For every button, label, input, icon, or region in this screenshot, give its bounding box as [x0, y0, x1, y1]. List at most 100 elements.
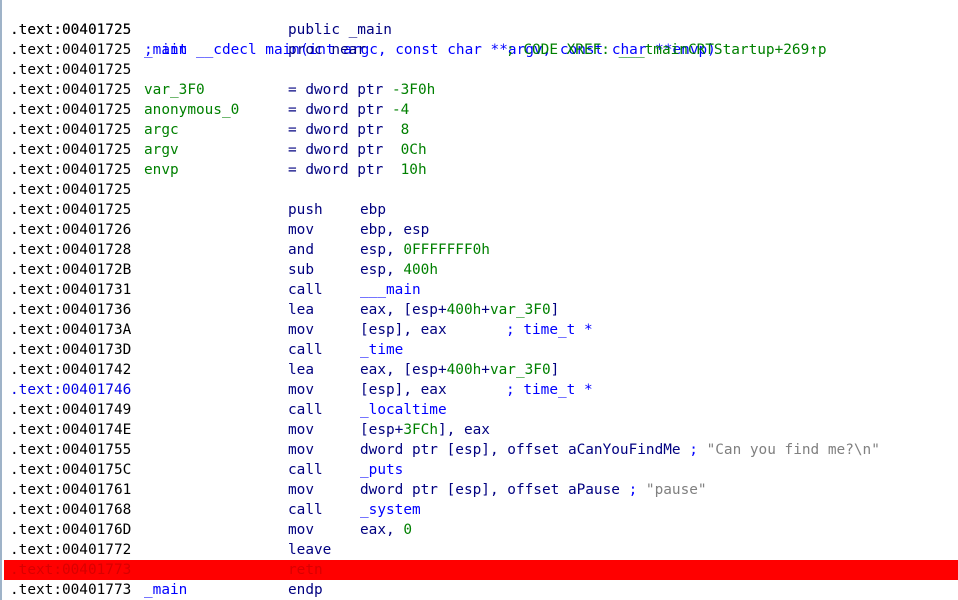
- instruction-operands[interactable]: dword ptr [esp], offset aCanYouFindMe ; …: [360, 440, 880, 460]
- instruction-operands[interactable]: eax, [esp+400h+var_3F0]: [360, 300, 559, 320]
- listing-row[interactable]: .text:00401773 _main endp: [4, 580, 958, 600]
- string-offset-name[interactable]: aCanYouFindMe: [568, 442, 681, 458]
- listing-row[interactable]: .text:0040173A mov [esp], eax ; time_t *: [4, 320, 958, 340]
- address[interactable]: .text:00401725: [10, 160, 131, 180]
- listing-row[interactable]: .text:00401761 mov dword ptr [esp], offset…: [4, 480, 958, 500]
- address[interactable]: .text:00401725: [10, 200, 131, 220]
- listing-row[interactable]: .text:00401728 and esp, 0FFFFFFF0h: [4, 240, 958, 260]
- stack-variable-definition: = dword ptr 0Ch: [288, 140, 427, 160]
- instruction-operands[interactable]: eax, 0: [360, 520, 412, 540]
- address[interactable]: .text:00401768: [10, 500, 131, 520]
- listing-row[interactable]: .text:00401725 argc = dword ptr 8: [4, 120, 958, 140]
- listing-row[interactable]: .text:00401725 anonymous_0 = dword ptr -4: [4, 100, 958, 120]
- address[interactable]: .text:00401728: [10, 240, 131, 260]
- address[interactable]: .text:00401731: [10, 280, 131, 300]
- address[interactable]: .text:00401749: [10, 400, 131, 420]
- function-label[interactable]: _main: [144, 580, 187, 600]
- instruction-operands[interactable]: _localtime: [360, 400, 447, 420]
- address[interactable]: .text:0040176D: [10, 520, 131, 540]
- function-label[interactable]: _main: [144, 40, 187, 60]
- stack-variable-name[interactable]: argv: [144, 140, 179, 160]
- address[interactable]: .text:00401746: [10, 380, 131, 400]
- address[interactable]: .text:00401761: [10, 480, 131, 500]
- operand-text: +: [481, 362, 490, 378]
- listing-row[interactable]: .text:00401742 lea eax, [esp+400h+var_3F0]: [4, 360, 958, 380]
- operand-variable[interactable]: var_3F0: [490, 362, 551, 378]
- instruction-operands[interactable]: _puts: [360, 460, 403, 480]
- address[interactable]: .text:00401725: [10, 120, 131, 140]
- listing-row[interactable]: .text:00401725 argv = dword ptr 0Ch: [4, 140, 958, 160]
- listing-row-highlighted[interactable]: .text:00401773 retn: [4, 560, 958, 580]
- stack-variable-name[interactable]: envp: [144, 160, 179, 180]
- listing-row[interactable]: .text:00401725: [4, 180, 958, 200]
- instruction-operands[interactable]: eax, [esp+400h+var_3F0]: [360, 360, 559, 380]
- listing-row[interactable]: .text:00401725 var_3F0 = dword ptr -3F0h: [4, 80, 958, 100]
- instruction-operands[interactable]: [esp], eax: [360, 380, 447, 400]
- call-target[interactable]: _time: [360, 342, 403, 358]
- listing-row-header[interactable]: .text:00401725 ; int __cdecl main(int ar…: [4, 0, 958, 58]
- address[interactable]: .text:0040175C: [10, 460, 131, 480]
- operand-text: [esp+: [360, 422, 404, 438]
- address[interactable]: .text:00401725: [10, 20, 131, 40]
- listing-row[interactable]: .text:00401768 call _system: [4, 500, 958, 520]
- address[interactable]: .text:0040174E: [10, 420, 131, 440]
- stack-variable-name[interactable]: var_3F0: [144, 80, 205, 100]
- listing-row[interactable]: .text:00401726 mov ebp, esp: [4, 220, 958, 240]
- listing-row[interactable]: .text:0040173D call _time: [4, 340, 958, 360]
- instruction-operands[interactable]: esp, 0FFFFFFF0h: [360, 240, 490, 260]
- instruction-operands[interactable]: ebp: [360, 200, 386, 220]
- address[interactable]: .text:0040172B: [10, 260, 131, 280]
- address[interactable]: .text:00401725: [10, 80, 131, 100]
- instruction-operands[interactable]: ___main: [360, 280, 421, 300]
- call-target[interactable]: _puts: [360, 462, 403, 478]
- address[interactable]: .text:00401725: [10, 40, 131, 60]
- listing-row[interactable]: .text:0040172B sub esp, 400h: [4, 260, 958, 280]
- address[interactable]: .text:00401725: [10, 140, 131, 160]
- listing-row[interactable]: .text:00401725 _main proc near ; CODE XREF:…: [4, 40, 958, 60]
- listing-row[interactable]: .text:0040174E mov [esp+3FCh], eax: [4, 420, 958, 440]
- address[interactable]: .text:00401772: [10, 540, 131, 560]
- listing-row[interactable]: .text:00401725 push ebp: [4, 200, 958, 220]
- address[interactable]: .text:00401773: [10, 560, 131, 580]
- instruction-operands[interactable]: esp, 400h: [360, 260, 438, 280]
- instruction-operands[interactable]: dword ptr [esp], offset aPause ; "pause": [360, 480, 707, 500]
- address[interactable]: .text:00401755: [10, 440, 131, 460]
- listing-row[interactable]: .text:00401725 envp = dword ptr 10h: [4, 160, 958, 180]
- listing-row[interactable]: .text:00401755 mov dword ptr [esp], offset…: [4, 440, 958, 460]
- address[interactable]: .text:00401736: [10, 300, 131, 320]
- instruction-operands[interactable]: [esp], eax: [360, 320, 447, 340]
- stack-variable-name[interactable]: argc: [144, 120, 179, 140]
- address[interactable]: .text:00401725: [10, 100, 131, 120]
- listing-row[interactable]: .text:0040175C call _puts: [4, 460, 958, 480]
- address[interactable]: .text:00401725: [10, 60, 131, 80]
- listing-row[interactable]: .text:00401731 call ___main: [4, 280, 958, 300]
- listing-row[interactable]: .text:00401725 public _main: [4, 20, 958, 40]
- listing-row[interactable]: .text:00401736 lea eax, [esp+400h+var_3F0]: [4, 300, 958, 320]
- instruction-operands[interactable]: ebp, esp: [360, 220, 429, 240]
- call-target[interactable]: _localtime: [360, 402, 447, 418]
- address[interactable]: .text:00401725: [10, 180, 131, 200]
- instruction-mnemonic: mov: [288, 422, 314, 438]
- address[interactable]: .text:00401742: [10, 360, 131, 380]
- instruction-mnemonic: push: [288, 202, 323, 218]
- address[interactable]: .text:00401726: [10, 220, 131, 240]
- address[interactable]: .text:00401773: [10, 580, 131, 600]
- instruction-operands[interactable]: _time: [360, 340, 403, 360]
- address[interactable]: .text:0040173D: [10, 340, 131, 360]
- address[interactable]: .text:0040173A: [10, 320, 131, 340]
- operand-variable[interactable]: var_3F0: [490, 302, 551, 318]
- instruction-operands[interactable]: [esp+3FCh], eax: [360, 420, 490, 440]
- listing-row[interactable]: .text:00401746 mov [esp], eax ; time_t *: [4, 380, 958, 400]
- stack-variable-name[interactable]: anonymous_0: [144, 100, 239, 120]
- instruction-operands[interactable]: _system: [360, 500, 421, 520]
- listing-row[interactable]: .text:00401725: [4, 60, 958, 80]
- code-xref-comment[interactable]: ; CODE XREF: ___tmainCRTStartup+269↑p: [506, 40, 827, 60]
- listing-row[interactable]: .text:0040176D mov eax, 0: [4, 520, 958, 540]
- listing-row[interactable]: .text:00401749 call _localtime: [4, 400, 958, 420]
- listing-row[interactable]: .text:00401772 leave: [4, 540, 958, 560]
- disassembly-view[interactable]: .text:00401725 ; int __cdecl main(int ar…: [0, 0, 958, 600]
- call-target[interactable]: _system: [360, 502, 421, 518]
- string-offset-name[interactable]: aPause: [568, 482, 620, 498]
- operand-text: ]: [550, 302, 560, 318]
- call-target[interactable]: ___main: [360, 282, 421, 298]
